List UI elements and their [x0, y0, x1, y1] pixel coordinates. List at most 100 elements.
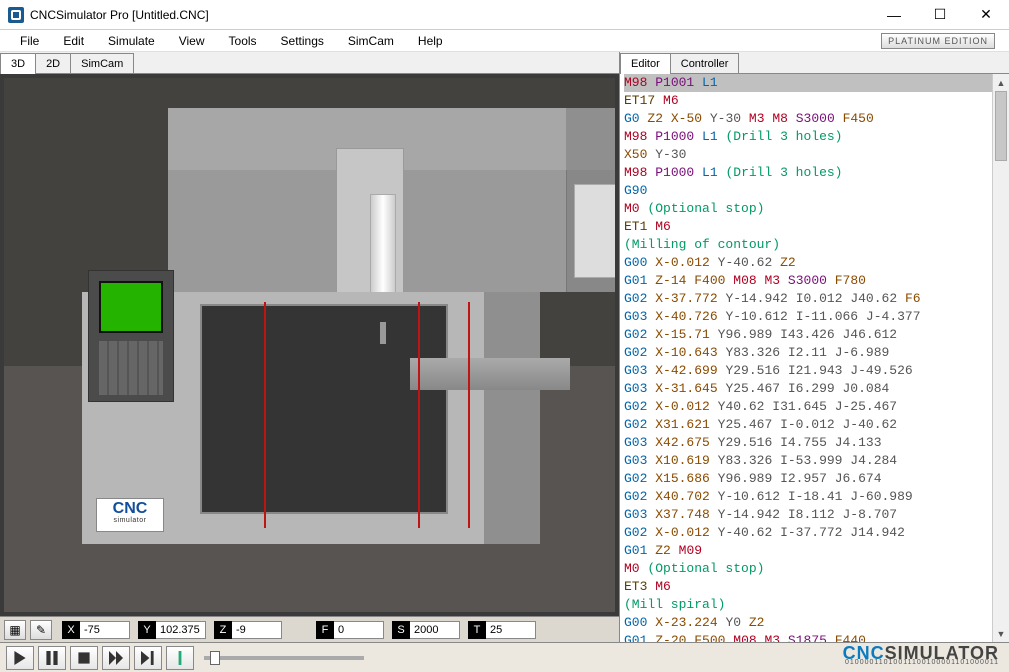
menu-tools[interactable]: Tools — [217, 32, 269, 50]
left-pane: 3D 2D SimCam — [0, 52, 620, 642]
code-line[interactable]: G02 X40.702 Y-10.612 I-18.41 J-60.989 — [624, 488, 1009, 506]
door-guide-3 — [468, 302, 470, 528]
editor-scrollbar[interactable]: ▲ ▼ — [992, 74, 1009, 642]
code-line[interactable]: G90 — [624, 182, 1009, 200]
code-line[interactable]: ET17 M6 — [624, 92, 1009, 110]
app-icon — [8, 7, 24, 23]
coord-value: 102.375 — [156, 621, 206, 639]
code-line[interactable]: M0 (Optional stop) — [624, 560, 1009, 578]
menu-help[interactable]: Help — [406, 32, 455, 50]
speed-slider[interactable] — [204, 648, 364, 668]
scrollbar-thumb[interactable] — [995, 91, 1007, 161]
grid-toggle-button[interactable]: ▦ — [4, 620, 26, 640]
hmi-keypad — [99, 341, 163, 395]
code-line[interactable]: M0 (Optional stop) — [624, 200, 1009, 218]
code-line[interactable]: M98 P1000 L1 (Drill 3 holes) — [624, 128, 1009, 146]
code-line[interactable]: G03 X-40.726 Y-10.612 I-11.066 J-4.377 — [624, 308, 1009, 326]
door-guide-2 — [418, 302, 420, 528]
code-line[interactable]: G0 Z2 X-50 Y-30 M3 M8 S3000 F450 — [624, 110, 1009, 128]
tab-2d[interactable]: 2D — [35, 53, 71, 73]
code-line[interactable]: G02 X-0.012 Y40.62 I31.645 J-25.467 — [624, 398, 1009, 416]
window-title: CNCSimulator Pro [Untitled.CNC] — [30, 8, 209, 22]
code-line[interactable]: G01 Z-20 F500 M08 M3 S1875 F440 — [624, 632, 1009, 642]
machine-window — [200, 304, 448, 514]
cnc-machine: CNC simulator — [82, 292, 540, 544]
tab-controller[interactable]: Controller — [670, 53, 740, 73]
menu-edit[interactable]: Edit — [51, 32, 96, 50]
title-bar: CNCSimulator Pro [Untitled.CNC] — ☐ ✕ — [0, 0, 1009, 30]
code-line[interactable]: G03 X-42.699 Y29.516 I21.943 J-49.526 — [624, 362, 1009, 380]
scroll-up-icon[interactable]: ▲ — [993, 74, 1009, 91]
coord-value: 2000 — [410, 621, 460, 639]
coord-z: Z-9 — [214, 621, 282, 639]
playback-bar: CNCSIMULATOR 010000110100111001000011010… — [0, 642, 1009, 672]
coord-label: T — [468, 621, 486, 639]
menu-simulate[interactable]: Simulate — [96, 32, 167, 50]
pencil-icon: ✎ — [36, 623, 46, 637]
menu-simcam[interactable]: SimCam — [336, 32, 406, 50]
code-line[interactable]: G03 X10.619 Y83.326 I-53.999 J4.284 — [624, 452, 1009, 470]
code-line[interactable]: M98 P1000 L1 (Drill 3 holes) — [624, 164, 1009, 182]
code-line[interactable]: G02 X-0.012 Y-40.62 I-37.772 J14.942 — [624, 524, 1009, 542]
coord-value: -75 — [80, 621, 130, 639]
code-line[interactable]: G01 Z2 M09 — [624, 542, 1009, 560]
code-lines[interactable]: M98 P1001 L1ET17 M6G0 Z2 X-50 Y-30 M3 M8… — [620, 74, 1009, 642]
status-strip: ▦ ✎ X-75Y102.375Z-9F0S2000T25 — [0, 616, 619, 642]
fast-forward-button[interactable] — [102, 646, 130, 670]
code-line[interactable]: (Mill spiral) — [624, 596, 1009, 614]
code-line[interactable]: X50 Y-30 — [624, 146, 1009, 164]
menu-settings[interactable]: Settings — [269, 32, 336, 50]
draw-toggle-button[interactable]: ✎ — [30, 620, 52, 640]
tab-simcam[interactable]: SimCam — [70, 53, 134, 73]
3d-viewport[interactable]: CNC simulator — [4, 78, 615, 612]
code-line[interactable]: G02 X-15.71 Y96.989 I43.426 J46.612 — [624, 326, 1009, 344]
logo-text: CNC — [113, 503, 148, 515]
tab-3d[interactable]: 3D — [0, 53, 36, 74]
code-line[interactable]: G01 Z-14 F400 M08 M3 S3000 F780 — [624, 272, 1009, 290]
info-button[interactable] — [166, 646, 194, 670]
code-line[interactable]: G02 X-10.643 Y83.326 I2.11 J-6.989 — [624, 344, 1009, 362]
coord-y: Y102.375 — [138, 621, 206, 639]
code-line[interactable]: G02 X15.686 Y96.989 I2.957 J6.674 — [624, 470, 1009, 488]
code-editor[interactable]: M98 P1001 L1ET17 M6G0 Z2 X-50 Y-30 M3 M8… — [620, 74, 1009, 642]
coord-t: T25 — [468, 621, 536, 639]
code-line[interactable]: G02 X31.621 Y25.467 I-0.012 J-40.62 — [624, 416, 1009, 434]
menu-file[interactable]: File — [8, 32, 51, 50]
minimize-button[interactable]: — — [871, 0, 917, 30]
coord-value: 25 — [486, 621, 536, 639]
code-line[interactable]: G03 X42.675 Y29.516 I4.755 J4.133 — [624, 434, 1009, 452]
maximize-button[interactable]: ☐ — [917, 0, 963, 30]
code-line[interactable]: ET3 M6 — [624, 578, 1009, 596]
coord-value: 0 — [334, 621, 384, 639]
view-tabbar: 3D 2D SimCam — [0, 52, 619, 74]
tab-editor[interactable]: Editor — [620, 53, 671, 74]
menu-view[interactable]: View — [167, 32, 217, 50]
code-line[interactable]: M98 P1001 L1 — [624, 74, 1009, 92]
code-line[interactable]: G00 X-23.224 Y0 Z2 — [624, 614, 1009, 632]
pause-button[interactable] — [38, 646, 66, 670]
coord-label: Z — [214, 621, 232, 639]
right-pane: Editor Controller M98 P1001 L1ET17 M6G0 … — [620, 52, 1009, 642]
code-line[interactable]: ET1 M6 — [624, 218, 1009, 236]
step-button[interactable] — [134, 646, 162, 670]
code-line[interactable]: G00 X-0.012 Y-40.62 Z2 — [624, 254, 1009, 272]
code-line[interactable]: G02 X-37.772 Y-14.942 I0.012 J40.62 F6 — [624, 290, 1009, 308]
cutting-tool — [380, 322, 386, 344]
play-button[interactable] — [6, 646, 34, 670]
machine-table — [410, 358, 570, 390]
code-line[interactable]: G03 X37.748 Y-14.942 I8.112 J-8.707 — [624, 506, 1009, 524]
code-line[interactable]: G03 X-31.645 Y25.467 I6.299 J0.084 — [624, 380, 1009, 398]
editor-tabbar: Editor Controller — [620, 52, 1009, 74]
coord-label: Y — [138, 621, 156, 639]
speed-slider-thumb[interactable] — [210, 651, 220, 665]
code-line[interactable]: (Milling of contour) — [624, 236, 1009, 254]
brand-binary: 01000011010011100100001101000011 — [845, 658, 999, 668]
close-button[interactable]: ✕ — [963, 0, 1009, 30]
scroll-down-icon[interactable]: ▼ — [993, 625, 1009, 642]
coord-f: F0 — [316, 621, 384, 639]
machine-side — [484, 292, 540, 544]
coord-label: X — [62, 621, 80, 639]
viewport-wrap: CNC simulator — [0, 74, 619, 616]
logo-subtext: simulator — [114, 515, 147, 527]
stop-button[interactable] — [70, 646, 98, 670]
